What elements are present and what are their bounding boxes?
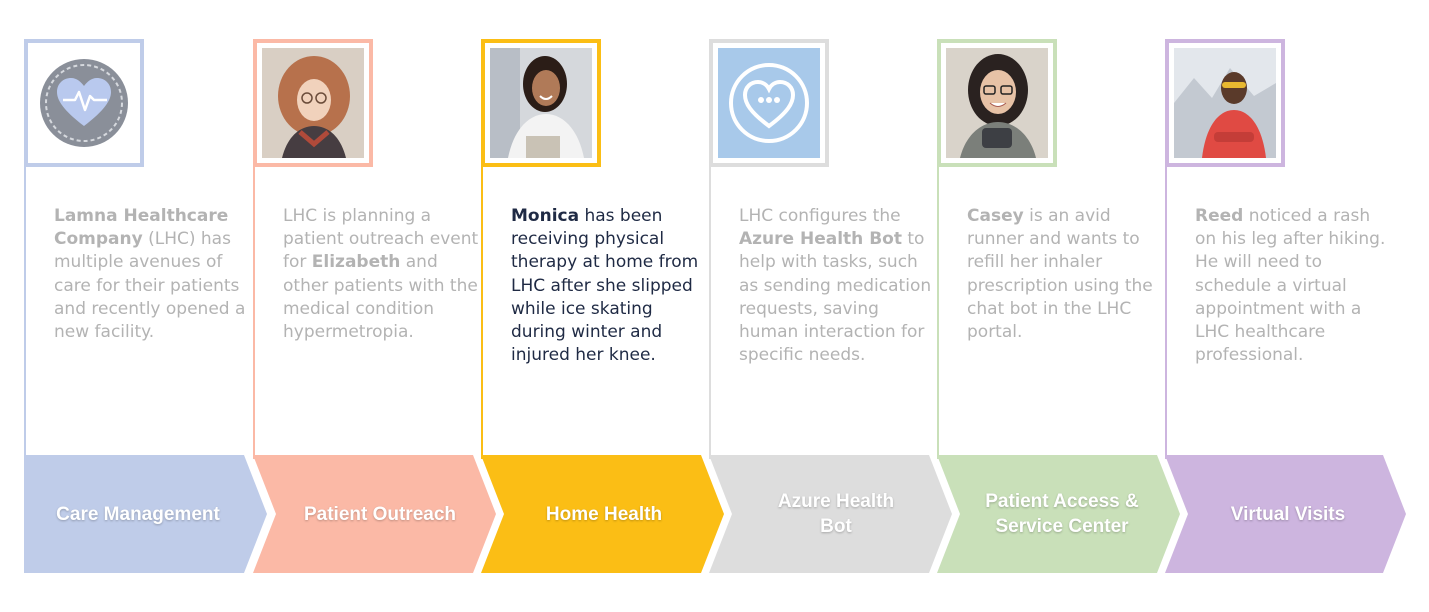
heart-rate-icon	[33, 48, 135, 158]
photo-frame	[1165, 39, 1285, 167]
photo-frame	[709, 39, 829, 167]
monica-portrait	[490, 48, 592, 158]
column-patient-outreach: LHC is planning a patient outreach event…	[253, 0, 496, 612]
photo-frame	[481, 39, 601, 167]
stage-label: Azure Health Bot	[777, 491, 895, 537]
column-patient-access: Casey is an avid runner and wants to ref…	[937, 0, 1180, 612]
description-home-health: Monica has been receiving physical thera…	[511, 206, 699, 366]
casey-portrait	[946, 48, 1048, 158]
photo-frame	[937, 39, 1057, 167]
description-patient-outreach: LHC is planning a patient outreach event…	[283, 206, 479, 343]
chat-heart-icon	[718, 48, 820, 158]
description-care-management: Lamna Healthcare Company (LHC) has multi…	[54, 206, 246, 343]
column-azure-health-bot: LHC configures the Azure Health Bot to h…	[709, 0, 952, 612]
description-azure-health-bot: LHC configures the Azure Health Bot to h…	[739, 206, 932, 366]
stage-label: Patient Outreach	[303, 503, 457, 525]
column-care-management: Lamna Healthcare Company (LHC) has multi…	[24, 0, 267, 612]
stage-label: Home Health	[545, 503, 663, 525]
photo-frame	[253, 39, 373, 167]
elizabeth-portrait	[262, 48, 364, 158]
column-home-health: Monica has been receiving physical thera…	[481, 0, 724, 612]
photo-frame	[24, 39, 144, 167]
stage-label: Virtual Visits	[1230, 503, 1346, 525]
column-virtual-visits: Reed noticed a rash on his leg after hik…	[1165, 0, 1406, 612]
reed-portrait	[1174, 48, 1276, 158]
description-patient-access: Casey is an avid runner and wants to ref…	[967, 206, 1153, 343]
stage-label: Patient Access & Service Center	[985, 491, 1139, 537]
stage-label: Care Management	[56, 503, 220, 525]
description-virtual-visits: Reed noticed a rash on his leg after hik…	[1195, 206, 1386, 366]
